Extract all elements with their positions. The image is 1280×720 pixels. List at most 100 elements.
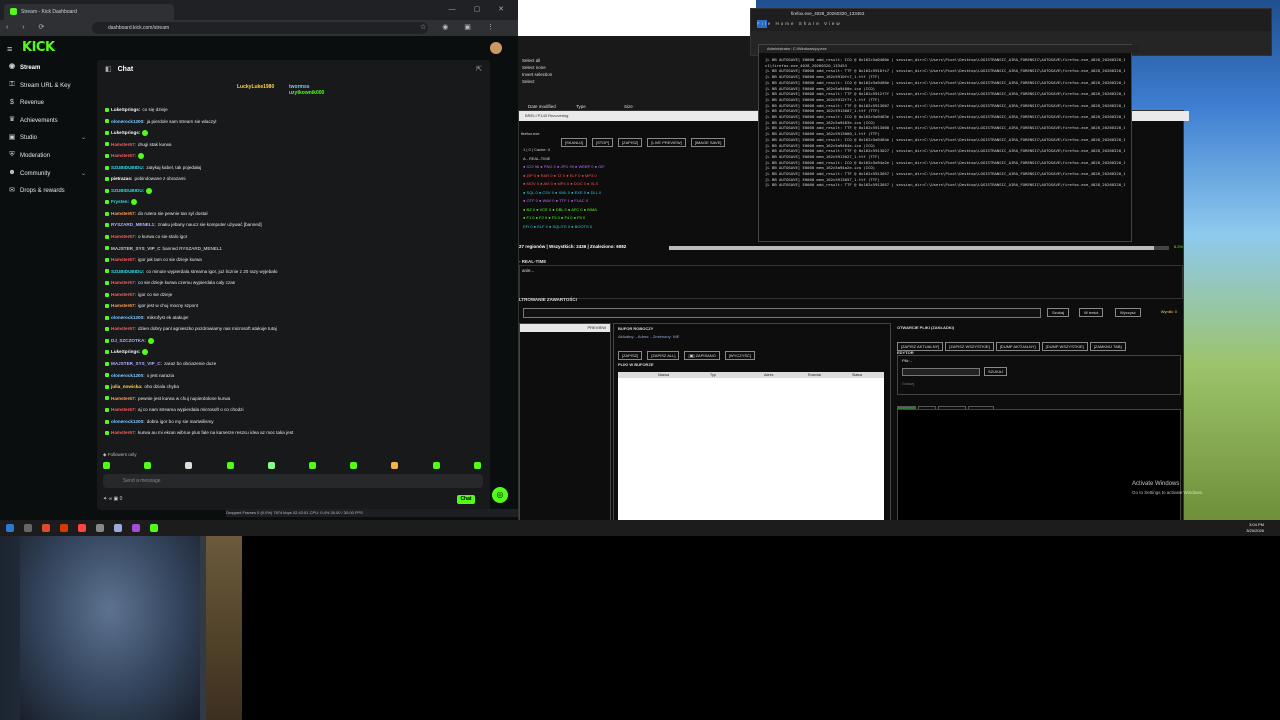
user-badge-icon bbox=[105, 350, 109, 355]
window-controls[interactable]: — ▢ ✕ bbox=[449, 5, 512, 13]
user-badge-icon bbox=[105, 119, 109, 124]
chat-username[interactable]: Hamster67: bbox=[111, 292, 136, 297]
url-input[interactable]: dashboard.kick.com/stream bbox=[92, 22, 428, 34]
search-content-button[interactable]: W treści bbox=[1079, 308, 1104, 317]
chat-username[interactable]: Hamster67: bbox=[111, 430, 136, 435]
emote-bar[interactable] bbox=[103, 462, 483, 472]
chat-username[interactable]: Hamster67: bbox=[111, 407, 136, 412]
emote-icon[interactable] bbox=[226, 462, 234, 469]
app-icon[interactable] bbox=[96, 524, 104, 532]
buffer-button[interactable]: [ZAPISZ] bbox=[618, 351, 643, 360]
chat-username[interactable]: Frysten: bbox=[111, 199, 129, 204]
taskbar-clock[interactable]: 3:04 PM 3/20/2026 bbox=[1246, 522, 1264, 534]
buffer-button[interactable]: [ZAPISZ ALL] bbox=[647, 351, 680, 360]
chat-username[interactable]: pietrazas: bbox=[111, 176, 132, 181]
app-icon[interactable] bbox=[78, 524, 86, 532]
chat-username[interactable]: LukeSprings: bbox=[111, 130, 140, 135]
sidebar-item-stream-url-key[interactable]: ⚿ Stream URL & Key bbox=[0, 78, 96, 94]
open-files-button[interactable]: [DUMP AKTUALNY] bbox=[995, 342, 1040, 351]
extension-icons[interactable]: ☆ ◉ ▣ ⋮ bbox=[420, 23, 501, 31]
sidebar-item-stream[interactable]: ◉ Stream bbox=[0, 60, 96, 76]
emote-icon[interactable] bbox=[309, 462, 316, 469]
emote-icon[interactable] bbox=[473, 462, 481, 469]
chat-input[interactable]: Send a message bbox=[103, 474, 483, 488]
emote-icon[interactable] bbox=[350, 462, 358, 469]
chat-username[interactable]: Hamster67: bbox=[111, 211, 136, 216]
chat-username[interactable]: Hamster67: bbox=[111, 234, 136, 239]
chat-username[interactable]: DJ_SZCZOTKA: bbox=[111, 338, 146, 343]
user-badge-icon bbox=[105, 361, 109, 366]
points-icon[interactable]: ✦ ∞ ▣ bbox=[103, 496, 120, 502]
emote-icon[interactable] bbox=[103, 462, 110, 469]
chevron-down-icon[interactable]: ⌄ bbox=[81, 166, 86, 182]
chat-username[interactable]: Hamster67: bbox=[111, 257, 136, 262]
support-bubble-icon[interactable]: ◎ bbox=[492, 487, 508, 503]
chat-username[interactable]: olonerock1200: bbox=[111, 419, 145, 424]
emote-icon[interactable] bbox=[267, 462, 275, 469]
sidebar-item-drops-rewards[interactable]: ✉ Drops & rewards bbox=[0, 183, 96, 199]
editor-input[interactable] bbox=[902, 368, 980, 376]
chat-username[interactable]: olonerock1200: bbox=[111, 373, 145, 378]
explorer-menu-item[interactable]: Select bbox=[522, 79, 535, 84]
chat-username[interactable]: Hamster67: bbox=[111, 142, 136, 147]
chat-username[interactable]: julia_nowicka: bbox=[111, 384, 142, 389]
search-button[interactable]: Szukaj bbox=[1047, 308, 1070, 317]
chat-username[interactable]: Hamster67: bbox=[111, 280, 136, 285]
chevron-down-icon[interactable]: ⌄ bbox=[81, 130, 86, 146]
explorer-menu-item[interactable]: Select none bbox=[522, 65, 546, 70]
filter-input[interactable] bbox=[523, 308, 1041, 318]
sidebar-item-revenue[interactable]: $ Revenue bbox=[0, 95, 96, 111]
open-files-button[interactable]: [DUMP WSZYSTKIE] bbox=[1041, 342, 1088, 351]
open-files-button[interactable]: [ZAMKNIJ TAB] bbox=[1089, 342, 1126, 351]
kick-logo[interactable]: KICK bbox=[22, 40, 55, 55]
buffer-button[interactable]: [WYCZYŚĆ] bbox=[724, 351, 756, 360]
chat-username[interactable]: Hamster67: bbox=[111, 326, 136, 331]
popout-icon[interactable]: ⇱ bbox=[476, 65, 482, 73]
chat-send-button[interactable]: Chat bbox=[457, 495, 475, 504]
emote-icon[interactable] bbox=[391, 462, 399, 469]
chat-username[interactable]: Hamster67: bbox=[111, 303, 136, 308]
sidebar-item-moderation[interactable]: ⛨ Moderation bbox=[0, 148, 96, 164]
app-icon[interactable] bbox=[150, 524, 158, 532]
menu-icon[interactable]: ≡ bbox=[7, 44, 12, 54]
explorer-tabs[interactable]: File Home Share View bbox=[757, 21, 842, 26]
nav-buttons[interactable]: ‹ › ⟳ bbox=[6, 23, 50, 31]
emote-icon[interactable] bbox=[432, 462, 440, 469]
emote-icon[interactable] bbox=[144, 462, 152, 469]
explorer-column-header[interactable]: Type bbox=[576, 104, 586, 109]
chat-username[interactable]: SZUBIDUBIDU: bbox=[111, 269, 144, 274]
buffer-button[interactable]: [▣] ZAPISANO bbox=[684, 351, 720, 360]
emote-icon[interactable] bbox=[185, 462, 193, 469]
chat-username[interactable]: RYSZARD_MENEL1: bbox=[111, 222, 156, 227]
taskview-icon[interactable] bbox=[24, 524, 32, 532]
chat-username[interactable]: LukeSprings: bbox=[111, 107, 140, 112]
open-files-button[interactable]: [ZAPISZ WSZYSTKIE] bbox=[945, 342, 994, 351]
clear-button[interactable]: Wyczyść bbox=[1115, 308, 1141, 317]
chat-username[interactable]: MAJSTER_SYS_VIP_C bbox=[111, 246, 161, 251]
explorer-menu-item[interactable]: Invert selection bbox=[522, 72, 552, 77]
explorer-column-header[interactable]: Date modified bbox=[528, 104, 556, 109]
sidebar-item-community[interactable]: ☻ Community ⌄ bbox=[0, 166, 96, 182]
chat-username[interactable]: Hamster67: bbox=[111, 396, 136, 401]
browser-tab[interactable]: Stream - Kick Dashboard bbox=[4, 4, 174, 20]
editor-search-button[interactable]: SZUKAJ bbox=[984, 367, 1008, 376]
viewer-area[interactable] bbox=[897, 409, 1181, 523]
chat-username[interactable]: Hamster67: bbox=[111, 153, 136, 158]
explorer-menu-item[interactable]: Select all bbox=[522, 58, 540, 63]
avatar[interactable] bbox=[490, 42, 502, 54]
app-icon[interactable] bbox=[42, 524, 50, 532]
app-icon[interactable] bbox=[60, 524, 68, 532]
files-table-body[interactable] bbox=[618, 378, 884, 520]
app-icon[interactable] bbox=[132, 524, 140, 532]
start-icon[interactable] bbox=[6, 524, 14, 532]
app-icon[interactable] bbox=[114, 524, 122, 532]
chat-username[interactable]: olonerock1200: bbox=[111, 315, 145, 320]
chat-username[interactable]: SZUBIDUBIDU: bbox=[111, 188, 144, 193]
chat-username[interactable]: olonerock1200: bbox=[111, 119, 145, 124]
explorer-column-header[interactable]: Size bbox=[624, 104, 633, 109]
chat-username[interactable]: SZUBIDUBIDU: bbox=[111, 165, 144, 170]
chat-username[interactable]: MAJSTER_SYS_VIP_C: bbox=[111, 361, 162, 366]
sidebar-item-achievements[interactable]: ♛ Achievements bbox=[0, 113, 96, 129]
chat-username[interactable]: LukeSprings: bbox=[111, 349, 140, 354]
sidebar-item-studio[interactable]: ▣ Studio ⌄ bbox=[0, 130, 96, 146]
